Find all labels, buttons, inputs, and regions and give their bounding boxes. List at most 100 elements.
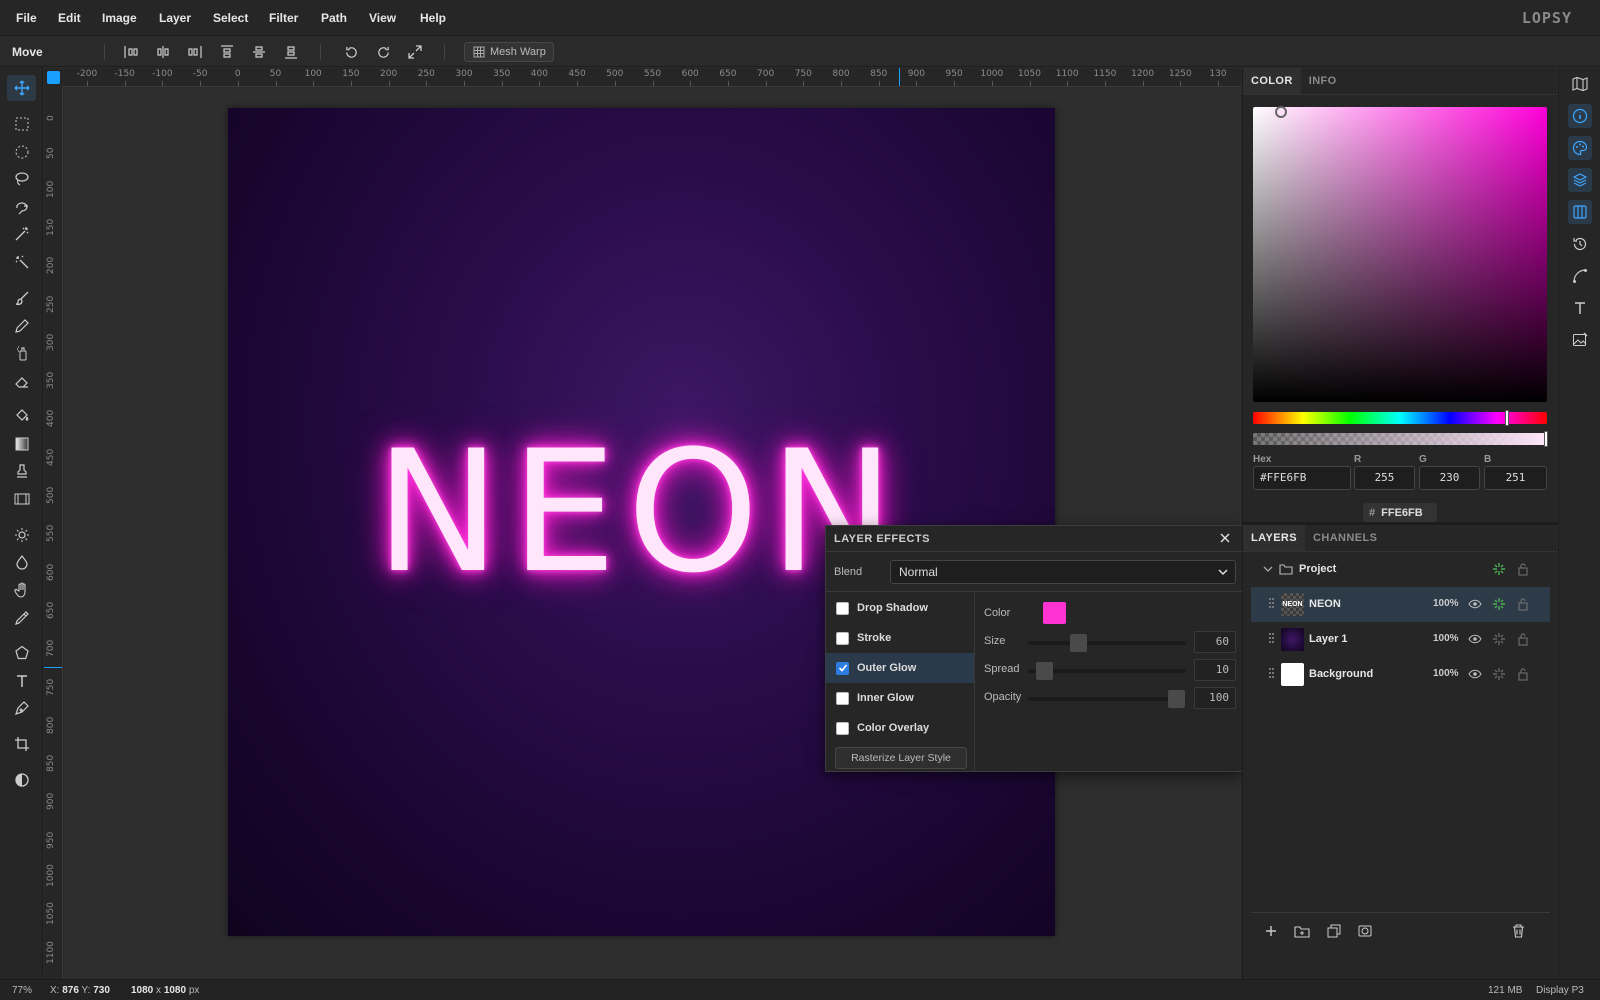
columns-icon[interactable] [1568, 200, 1592, 224]
dodge-icon[interactable] [7, 522, 36, 548]
map-icon[interactable] [1568, 72, 1592, 96]
effect-color-overlay[interactable]: Color Overlay [826, 713, 974, 743]
menu-select[interactable]: Select [213, 11, 248, 25]
expand-icon[interactable] [404, 42, 426, 62]
layer-row-layer1[interactable]: Layer 1 100% [1251, 622, 1550, 657]
effect-inner-glow[interactable]: Inner Glow [826, 683, 974, 713]
tab-color[interactable]: COLOR [1243, 68, 1301, 94]
zoom-level[interactable]: 77% [12, 985, 32, 996]
blend-mode-select[interactable]: Normal [890, 560, 1236, 584]
align-left-icon[interactable] [120, 42, 142, 62]
align-right-icon[interactable] [184, 42, 206, 62]
polygon-icon[interactable] [7, 640, 36, 666]
menu-path[interactable]: Path [321, 11, 347, 25]
palette-icon[interactable] [1568, 136, 1592, 160]
rasterize-layer-style-button[interactable]: Rasterize Layer Style [835, 747, 967, 769]
alpha-slider[interactable] [1253, 431, 1548, 447]
opacity-slider-thumb[interactable] [1168, 690, 1185, 708]
layer-row-neon[interactable]: NEON NEON 100% [1251, 587, 1550, 622]
effect-drop-shadow[interactable]: Drop Shadow [826, 593, 974, 623]
effect-stroke[interactable]: Stroke [826, 623, 974, 653]
align-top-icon[interactable] [216, 42, 238, 62]
crop-icon[interactable] [7, 731, 36, 757]
hand-icon[interactable] [7, 577, 36, 603]
pencil-icon[interactable] [7, 313, 36, 339]
text-tool-icon[interactable] [7, 668, 36, 694]
color-picker-cursor[interactable] [1275, 106, 1287, 118]
align-center-h-icon[interactable] [152, 42, 174, 62]
eye-icon[interactable] [1468, 632, 1482, 646]
ellipse-select-icon[interactable] [7, 139, 36, 165]
duplicate-layer-icon[interactable] [1325, 922, 1343, 940]
drag-handle-icon[interactable] [1269, 668, 1275, 680]
drop-shadow-checkbox[interactable] [836, 601, 849, 615]
history-icon[interactable] [1568, 232, 1592, 256]
spray-icon[interactable] [7, 340, 36, 366]
spread-slider[interactable] [1028, 662, 1186, 680]
document-canvas[interactable]: NEON [228, 108, 1055, 936]
stamp-icon[interactable] [7, 458, 36, 484]
lasso-icon[interactable] [7, 166, 36, 192]
menu-view[interactable]: View [369, 11, 396, 25]
bucket-icon[interactable] [7, 403, 36, 429]
size-slider-thumb[interactable] [1070, 634, 1087, 652]
lock-icon[interactable] [1516, 597, 1530, 611]
layers-icon[interactable] [1568, 168, 1592, 192]
menu-layer[interactable]: Layer [159, 11, 191, 25]
drag-handle-icon[interactable] [1269, 633, 1275, 645]
menu-image[interactable]: Image [102, 11, 137, 25]
lock-icon[interactable] [1516, 632, 1530, 646]
tab-layers[interactable]: LAYERS [1243, 525, 1306, 551]
image-edit-icon[interactable] [1568, 328, 1592, 352]
color-overlay-checkbox[interactable] [836, 721, 849, 735]
effects-icon[interactable] [1492, 632, 1506, 646]
hex-input[interactable]: #FFE6FB [1253, 466, 1351, 490]
hue-slider-thumb[interactable] [1505, 410, 1509, 426]
stroke-checkbox[interactable] [836, 631, 849, 645]
quick-select-icon[interactable] [7, 249, 36, 275]
effects-icon[interactable] [1492, 562, 1506, 576]
menu-help[interactable]: Help [420, 11, 446, 25]
drag-handle-icon[interactable] [1269, 598, 1275, 610]
eraser-icon[interactable] [7, 368, 36, 394]
path-icon[interactable] [1568, 264, 1592, 288]
eye-icon[interactable] [1468, 667, 1482, 681]
layer-group-project[interactable]: Project [1251, 552, 1550, 587]
chevron-down-icon[interactable] [1261, 562, 1275, 576]
effect-outer-glow[interactable]: Outer Glow [826, 653, 974, 683]
new-group-icon[interactable] [1293, 922, 1311, 940]
glow-color-swatch[interactable] [1043, 602, 1066, 624]
layer-row-background[interactable]: Background 100% [1251, 657, 1550, 692]
rotate-ccw-icon[interactable] [340, 42, 362, 62]
contrast-icon[interactable] [7, 767, 36, 793]
pen-icon[interactable] [7, 695, 36, 721]
effects-icon[interactable] [1492, 667, 1506, 681]
magic-wand-icon[interactable] [7, 221, 36, 247]
move-tool-icon[interactable] [7, 75, 36, 101]
tab-channels[interactable]: CHANNELS [1305, 525, 1385, 551]
info-icon[interactable] [1568, 104, 1592, 128]
add-layer-icon[interactable] [1262, 922, 1280, 940]
menu-filter[interactable]: Filter [269, 11, 298, 25]
align-middle-v-icon[interactable] [248, 42, 270, 62]
lock-icon[interactable] [1516, 667, 1530, 681]
rect-select-icon[interactable] [7, 111, 36, 137]
menu-file[interactable]: File [16, 11, 37, 25]
tab-info[interactable]: INFO [1301, 68, 1345, 94]
mesh-warp-button[interactable]: Mesh Warp [464, 42, 554, 62]
gradient-icon[interactable] [7, 431, 36, 457]
lock-icon[interactable] [1516, 562, 1530, 576]
effects-icon[interactable] [1492, 597, 1506, 611]
align-bottom-icon[interactable] [280, 42, 302, 62]
eyedropper-icon[interactable] [7, 605, 36, 631]
r-input[interactable]: 255 [1354, 466, 1415, 490]
film-icon[interactable] [7, 486, 36, 512]
menu-edit[interactable]: Edit [58, 11, 81, 25]
alpha-slider-thumb[interactable] [1544, 431, 1548, 447]
hex-pill[interactable]: # FFE6FB [1363, 503, 1437, 523]
b-input[interactable]: 251 [1484, 466, 1547, 490]
spread-input[interactable]: 10 [1194, 659, 1236, 681]
opacity-input[interactable]: 100 [1194, 687, 1236, 709]
burn-icon[interactable] [7, 549, 36, 575]
g-input[interactable]: 230 [1419, 466, 1480, 490]
